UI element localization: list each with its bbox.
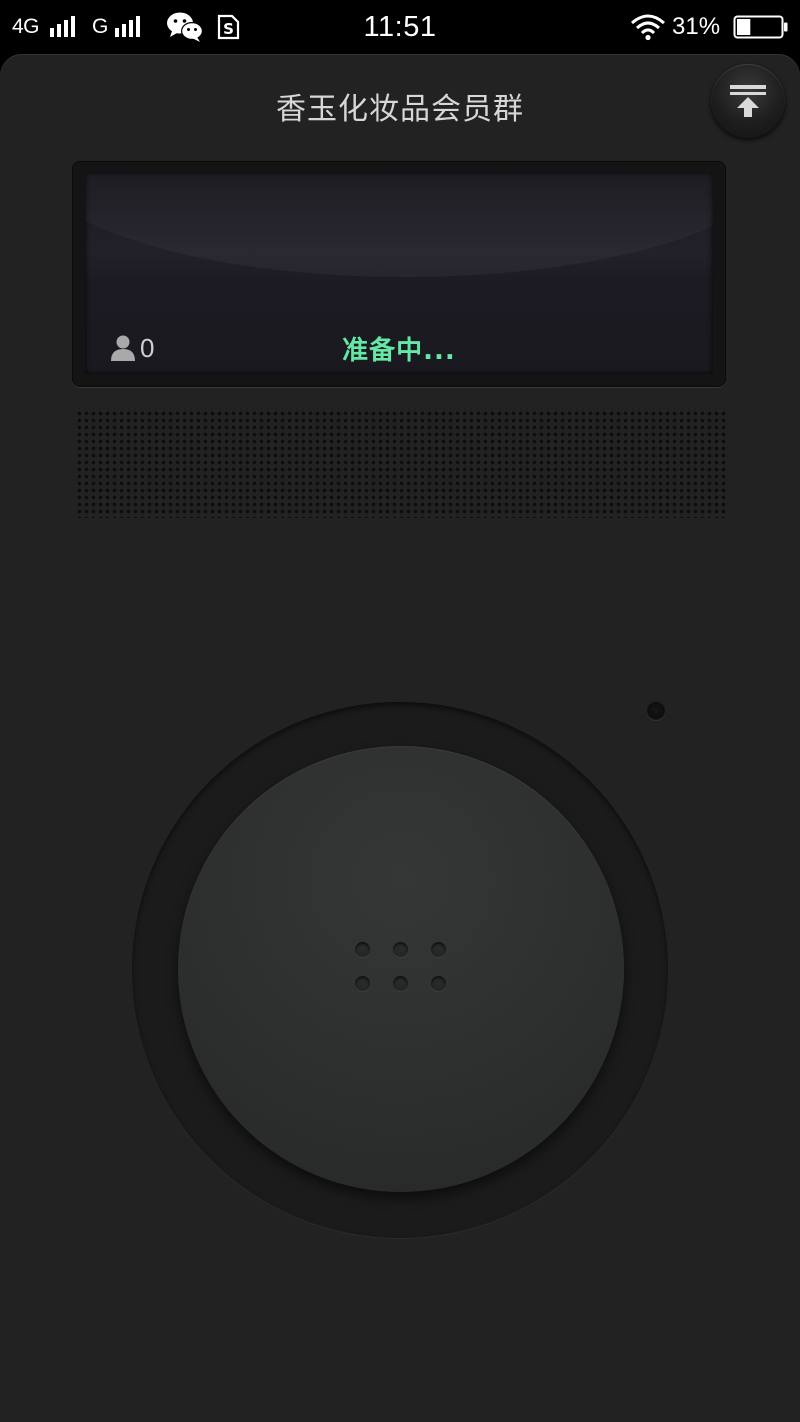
grip-dot <box>355 976 370 991</box>
grip-dot <box>355 942 370 957</box>
wifi-icon <box>630 0 666 54</box>
collapse-up-arrow-icon <box>730 85 766 117</box>
screen-gloss <box>85 172 713 277</box>
grip-dots <box>355 942 447 998</box>
grip-dot <box>393 942 408 957</box>
status-bar: 4G G S 11:51 31% <box>0 0 800 54</box>
room-title: 香玉化妆品会员群 <box>276 92 524 127</box>
minimize-button[interactable] <box>711 64 785 138</box>
battery-percent: 31% <box>672 13 721 40</box>
grip-dot <box>431 942 446 957</box>
talk-button-ring <box>132 702 668 1238</box>
battery-icon <box>733 0 789 54</box>
connection-status: 准备中... <box>342 336 456 366</box>
indicator-light <box>647 702 665 720</box>
push-to-talk-button[interactable] <box>178 746 624 1192</box>
speaker-grill <box>74 408 726 518</box>
display-bezel: 0 准备中... <box>72 161 726 387</box>
grip-dot <box>393 976 408 991</box>
display-screen: 0 准备中... <box>85 172 713 374</box>
grip-dot <box>431 976 446 991</box>
walkie-talkie-panel: 香玉化妆品会员群 0 准备中... <box>0 54 800 1422</box>
